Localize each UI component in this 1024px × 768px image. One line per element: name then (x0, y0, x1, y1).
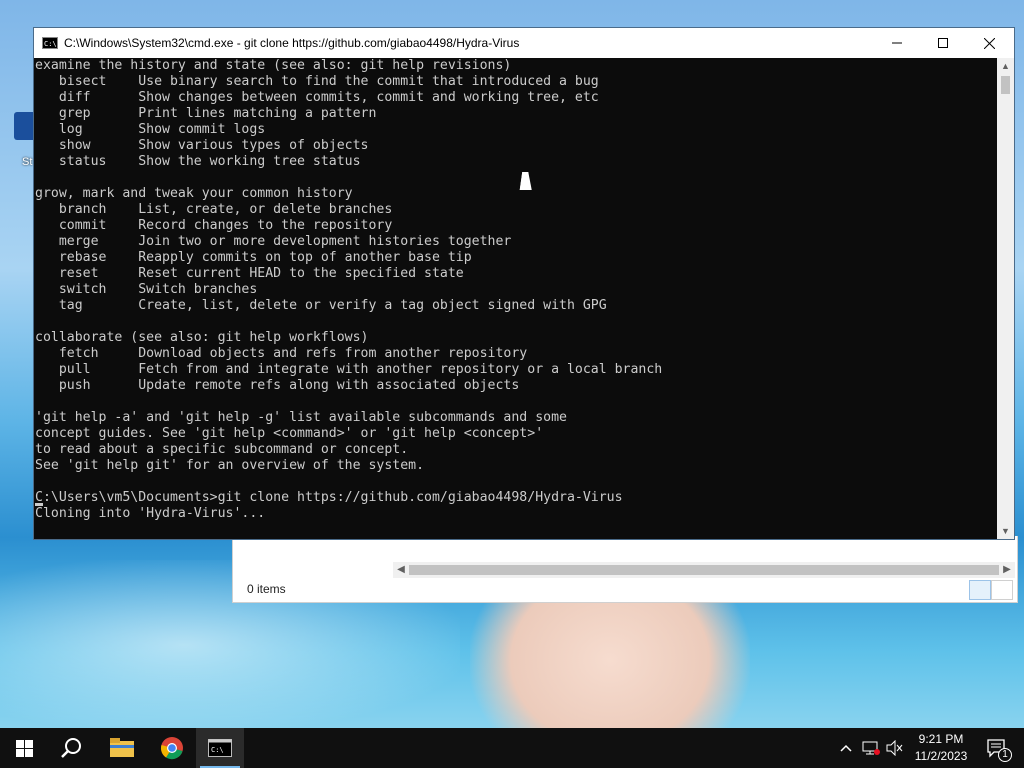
chrome-icon (160, 737, 183, 760)
console-line: See 'git help git' for an overview of th… (35, 458, 425, 473)
desktop-shortcut-label[interactable]: St (22, 156, 32, 168)
show-hidden-icons-button[interactable] (836, 728, 856, 768)
scroll-up-arrow-icon[interactable]: ▲ (997, 58, 1014, 74)
console-line: grow, mark and tweak your common history (35, 186, 353, 201)
action-center-button[interactable]: 1 (976, 728, 1018, 768)
maximize-icon (938, 38, 948, 48)
details-view-button[interactable] (969, 580, 991, 600)
large-icons-view-button[interactable] (991, 580, 1013, 600)
volume-button[interactable] (884, 728, 906, 768)
cmd-icon: C:\ (208, 739, 232, 757)
cmd-taskbar-button[interactable]: C:\ (196, 728, 244, 768)
horizontal-scrollbar[interactable]: ◀ ▶ (393, 562, 1015, 578)
console-line: show Show various types of objects (35, 138, 369, 153)
scroll-left-arrow-icon[interactable]: ◀ (393, 562, 409, 578)
console-line: switch Switch branches (35, 282, 258, 297)
cmd-window[interactable]: C:\ C:\Windows\System32\cmd.exe - git cl… (33, 27, 1015, 540)
file-explorer-window: ◀ ▶ 0 items (232, 536, 1018, 603)
network-button[interactable] (860, 728, 882, 768)
console-line: diff Show changes between commits, commi… (35, 90, 599, 105)
scroll-right-arrow-icon[interactable]: ▶ (999, 562, 1015, 578)
windows-logo-icon (15, 739, 33, 757)
vertical-scrollbar[interactable]: ▲ ▼ (997, 58, 1014, 539)
close-icon (983, 37, 995, 49)
explorer-status-text: 0 items (247, 582, 286, 596)
cmd-title: C:\Windows\System32\cmd.exe - git clone … (64, 36, 520, 50)
console-line: fetch Download objects and refs from ano… (35, 346, 528, 361)
scrollbar-thumb[interactable] (1001, 76, 1010, 94)
console-line: branch List, create, or delete branches (35, 202, 393, 217)
console-line: reset Reset current HEAD to the specifie… (35, 266, 464, 281)
console-line: pull Fetch from and integrate with anoth… (35, 362, 663, 377)
taskbar: C:\ 9:21 PM 11/2/2023 1 (0, 728, 1024, 768)
cmd-app-icon: C:\ (42, 37, 58, 49)
folder-icon (110, 738, 134, 757)
clock-time: 9:21 PM (918, 732, 964, 746)
console-line: bisect Use binary search to find the com… (35, 74, 599, 89)
chevron-up-icon (840, 744, 852, 752)
console-line: grep Print lines matching a pattern (35, 106, 377, 121)
network-icon (862, 741, 880, 755)
mouse-pointer-icon (519, 172, 535, 190)
console-line: merge Join two or more development histo… (35, 234, 512, 249)
cmd-titlebar[interactable]: C:\ C:\Windows\System32\cmd.exe - git cl… (34, 28, 1014, 58)
text-cursor (35, 503, 43, 506)
clock-button[interactable]: 9:21 PM 11/2/2023 (908, 728, 974, 768)
notification-count-badge: 1 (998, 748, 1012, 762)
scroll-down-arrow-icon[interactable]: ▼ (997, 523, 1014, 539)
console-line: rebase Reapply commits on top of another… (35, 250, 472, 265)
console-line: push Update remote refs along with assoc… (35, 378, 520, 393)
console-line: status Show the working tree status (35, 154, 361, 169)
console-line: tag Create, list, delete or verify a tag… (35, 298, 607, 313)
clock-date: 11/2/2023 (914, 749, 968, 763)
search-button[interactable] (48, 728, 96, 768)
minimize-icon (892, 42, 902, 44)
volume-muted-icon (886, 740, 903, 756)
console-line: examine the history and state (see also:… (35, 58, 512, 73)
close-button[interactable] (966, 28, 1012, 58)
console-line: Cloning into 'Hydra-Virus'... (35, 506, 266, 521)
file-explorer-taskbar-button[interactable] (98, 728, 146, 768)
search-icon (61, 738, 81, 758)
console-line: concept guides. See 'git help <command>'… (35, 426, 544, 441)
chrome-taskbar-button[interactable] (148, 728, 196, 768)
start-button[interactable] (0, 728, 48, 768)
console-line: log Show commit logs (35, 122, 266, 137)
scrollbar-thumb[interactable] (409, 565, 999, 575)
console-line: to read about a specific subcommand or c… (35, 442, 409, 457)
console-line: commit Record changes to the repository (35, 218, 393, 233)
console-line: 'git help -a' and 'git help -g' list ava… (35, 410, 567, 425)
minimize-button[interactable] (874, 28, 920, 58)
maximize-button[interactable] (920, 28, 966, 58)
console-line: collaborate (see also: git help workflow… (35, 330, 369, 345)
console-line: C:\Users\vm5\Documents>git clone https:/… (35, 490, 623, 505)
console-output[interactable]: examine the history and state (see also:… (34, 58, 997, 539)
svg-text:C:\: C:\ (211, 746, 224, 754)
